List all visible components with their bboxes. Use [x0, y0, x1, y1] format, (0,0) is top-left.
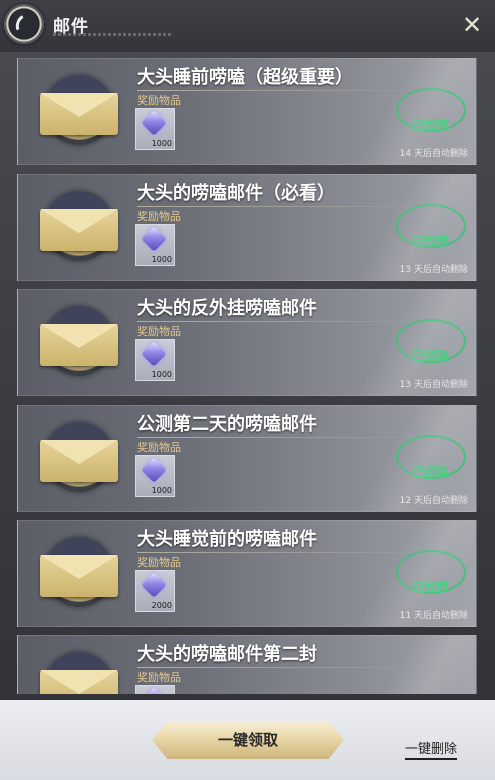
envelope-icon: [40, 670, 118, 694]
claimed-stamp-text: 已领取: [413, 349, 450, 363]
mail-title: 公测第二天的唠嗑邮件: [137, 414, 317, 435]
close-icon[interactable]: ✕: [460, 13, 484, 37]
crystal-icon: [141, 226, 167, 252]
envelope-icon: [40, 324, 118, 366]
mail-item[interactable]: 大头的反外挂唠嗑邮件 奖励物品 1000 已领取 13 天后自动删除: [17, 289, 477, 396]
mail-window: 邮件 ✕ 大头睡前唠嗑（超级重要） 奖励物品 1000 已领取 14 天后自动删…: [0, 0, 495, 780]
reward-item-slot[interactable]: 1000: [135, 455, 175, 497]
claimed-stamp-text: 已领取: [413, 465, 450, 479]
item-quantity: 1000: [151, 486, 172, 495]
crystal-icon: [141, 341, 167, 367]
divider: [137, 437, 437, 438]
reward-label: 奖励物品: [137, 441, 181, 454]
mail-item[interactable]: 公测第二天的唠嗑邮件 奖励物品 1000 已领取 12 天后自动删除: [17, 405, 477, 512]
mail-item[interactable]: 大头睡前唠嗑（超级重要） 奖励物品 1000 已领取 14 天后自动删除: [17, 58, 477, 165]
item-quantity: 1000: [151, 139, 172, 148]
reward-item-slot[interactable]: [135, 685, 175, 694]
reward-item-slot[interactable]: 1000: [135, 224, 175, 266]
divider: [137, 667, 437, 668]
expire-text: 11 天后自动删除: [399, 611, 468, 621]
claimed-stamp: [396, 204, 466, 248]
delete-all-button[interactable]: 一键删除: [405, 738, 458, 760]
logo-icon: [4, 4, 44, 44]
expire-text: 14 天后自动删除: [399, 149, 468, 159]
mail-title: 大头的唠嗑邮件第二封: [137, 644, 317, 665]
reward-label: 奖励物品: [137, 94, 181, 107]
claimed-stamp: [396, 88, 466, 132]
envelope-icon: [40, 93, 118, 135]
reward-item-slot[interactable]: 1000: [135, 108, 175, 150]
mail-title: 大头睡前唠嗑（超级重要）: [137, 67, 353, 88]
crystal-icon: [141, 572, 167, 598]
item-quantity: 1000: [151, 370, 172, 379]
claimed-stamp-text: 已领取: [413, 580, 450, 594]
envelope-icon: [40, 440, 118, 482]
reward-label: 奖励物品: [137, 556, 181, 569]
claimed-stamp: [396, 319, 466, 363]
expire-text: 13 天后自动删除: [399, 265, 468, 275]
reward-label: 奖励物品: [137, 671, 181, 684]
divider: [137, 206, 437, 207]
crystal-icon: [141, 687, 167, 694]
item-quantity: 2000: [151, 601, 172, 610]
mail-title: 大头的唠嗑邮件（必看）: [137, 183, 335, 204]
subtitle-decoration: [53, 33, 173, 36]
envelope-icon: [40, 209, 118, 251]
divider: [137, 90, 437, 91]
reward-label: 奖励物品: [137, 210, 181, 223]
envelope-icon: [40, 555, 118, 597]
divider: [137, 552, 437, 553]
mail-item[interactable]: 大头的唠嗑邮件第二封 奖励物品: [17, 635, 477, 694]
divider: [137, 321, 437, 322]
reward-label: 奖励物品: [137, 325, 181, 338]
mail-item[interactable]: 大头的唠嗑邮件（必看） 奖励物品 1000 已领取 13 天后自动删除: [17, 174, 477, 281]
claim-all-button[interactable]: 一键领取: [152, 721, 344, 759]
mail-title: 大头睡觉前的唠嗑邮件: [137, 529, 317, 550]
header: 邮件 ✕: [0, 0, 495, 52]
item-quantity: 1000: [151, 255, 172, 264]
crystal-icon: [141, 457, 167, 483]
mail-item[interactable]: 大头睡觉前的唠嗑邮件 奖励物品 2000 已领取 11 天后自动删除: [17, 520, 477, 627]
crystal-icon: [141, 110, 167, 136]
claimed-stamp-text: 已领取: [413, 234, 450, 248]
claimed-stamp: [396, 435, 466, 479]
expire-text: 12 天后自动删除: [399, 496, 468, 506]
claimed-stamp-text: 已领取: [413, 118, 450, 132]
mail-title: 大头的反外挂唠嗑邮件: [137, 298, 317, 319]
claimed-stamp: [396, 550, 466, 594]
expire-text: 13 天后自动删除: [399, 380, 468, 390]
reward-item-slot[interactable]: 1000: [135, 339, 175, 381]
mail-list[interactable]: 大头睡前唠嗑（超级重要） 奖励物品 1000 已领取 14 天后自动删除 大头的…: [17, 58, 477, 694]
reward-item-slot[interactable]: 2000: [135, 570, 175, 612]
